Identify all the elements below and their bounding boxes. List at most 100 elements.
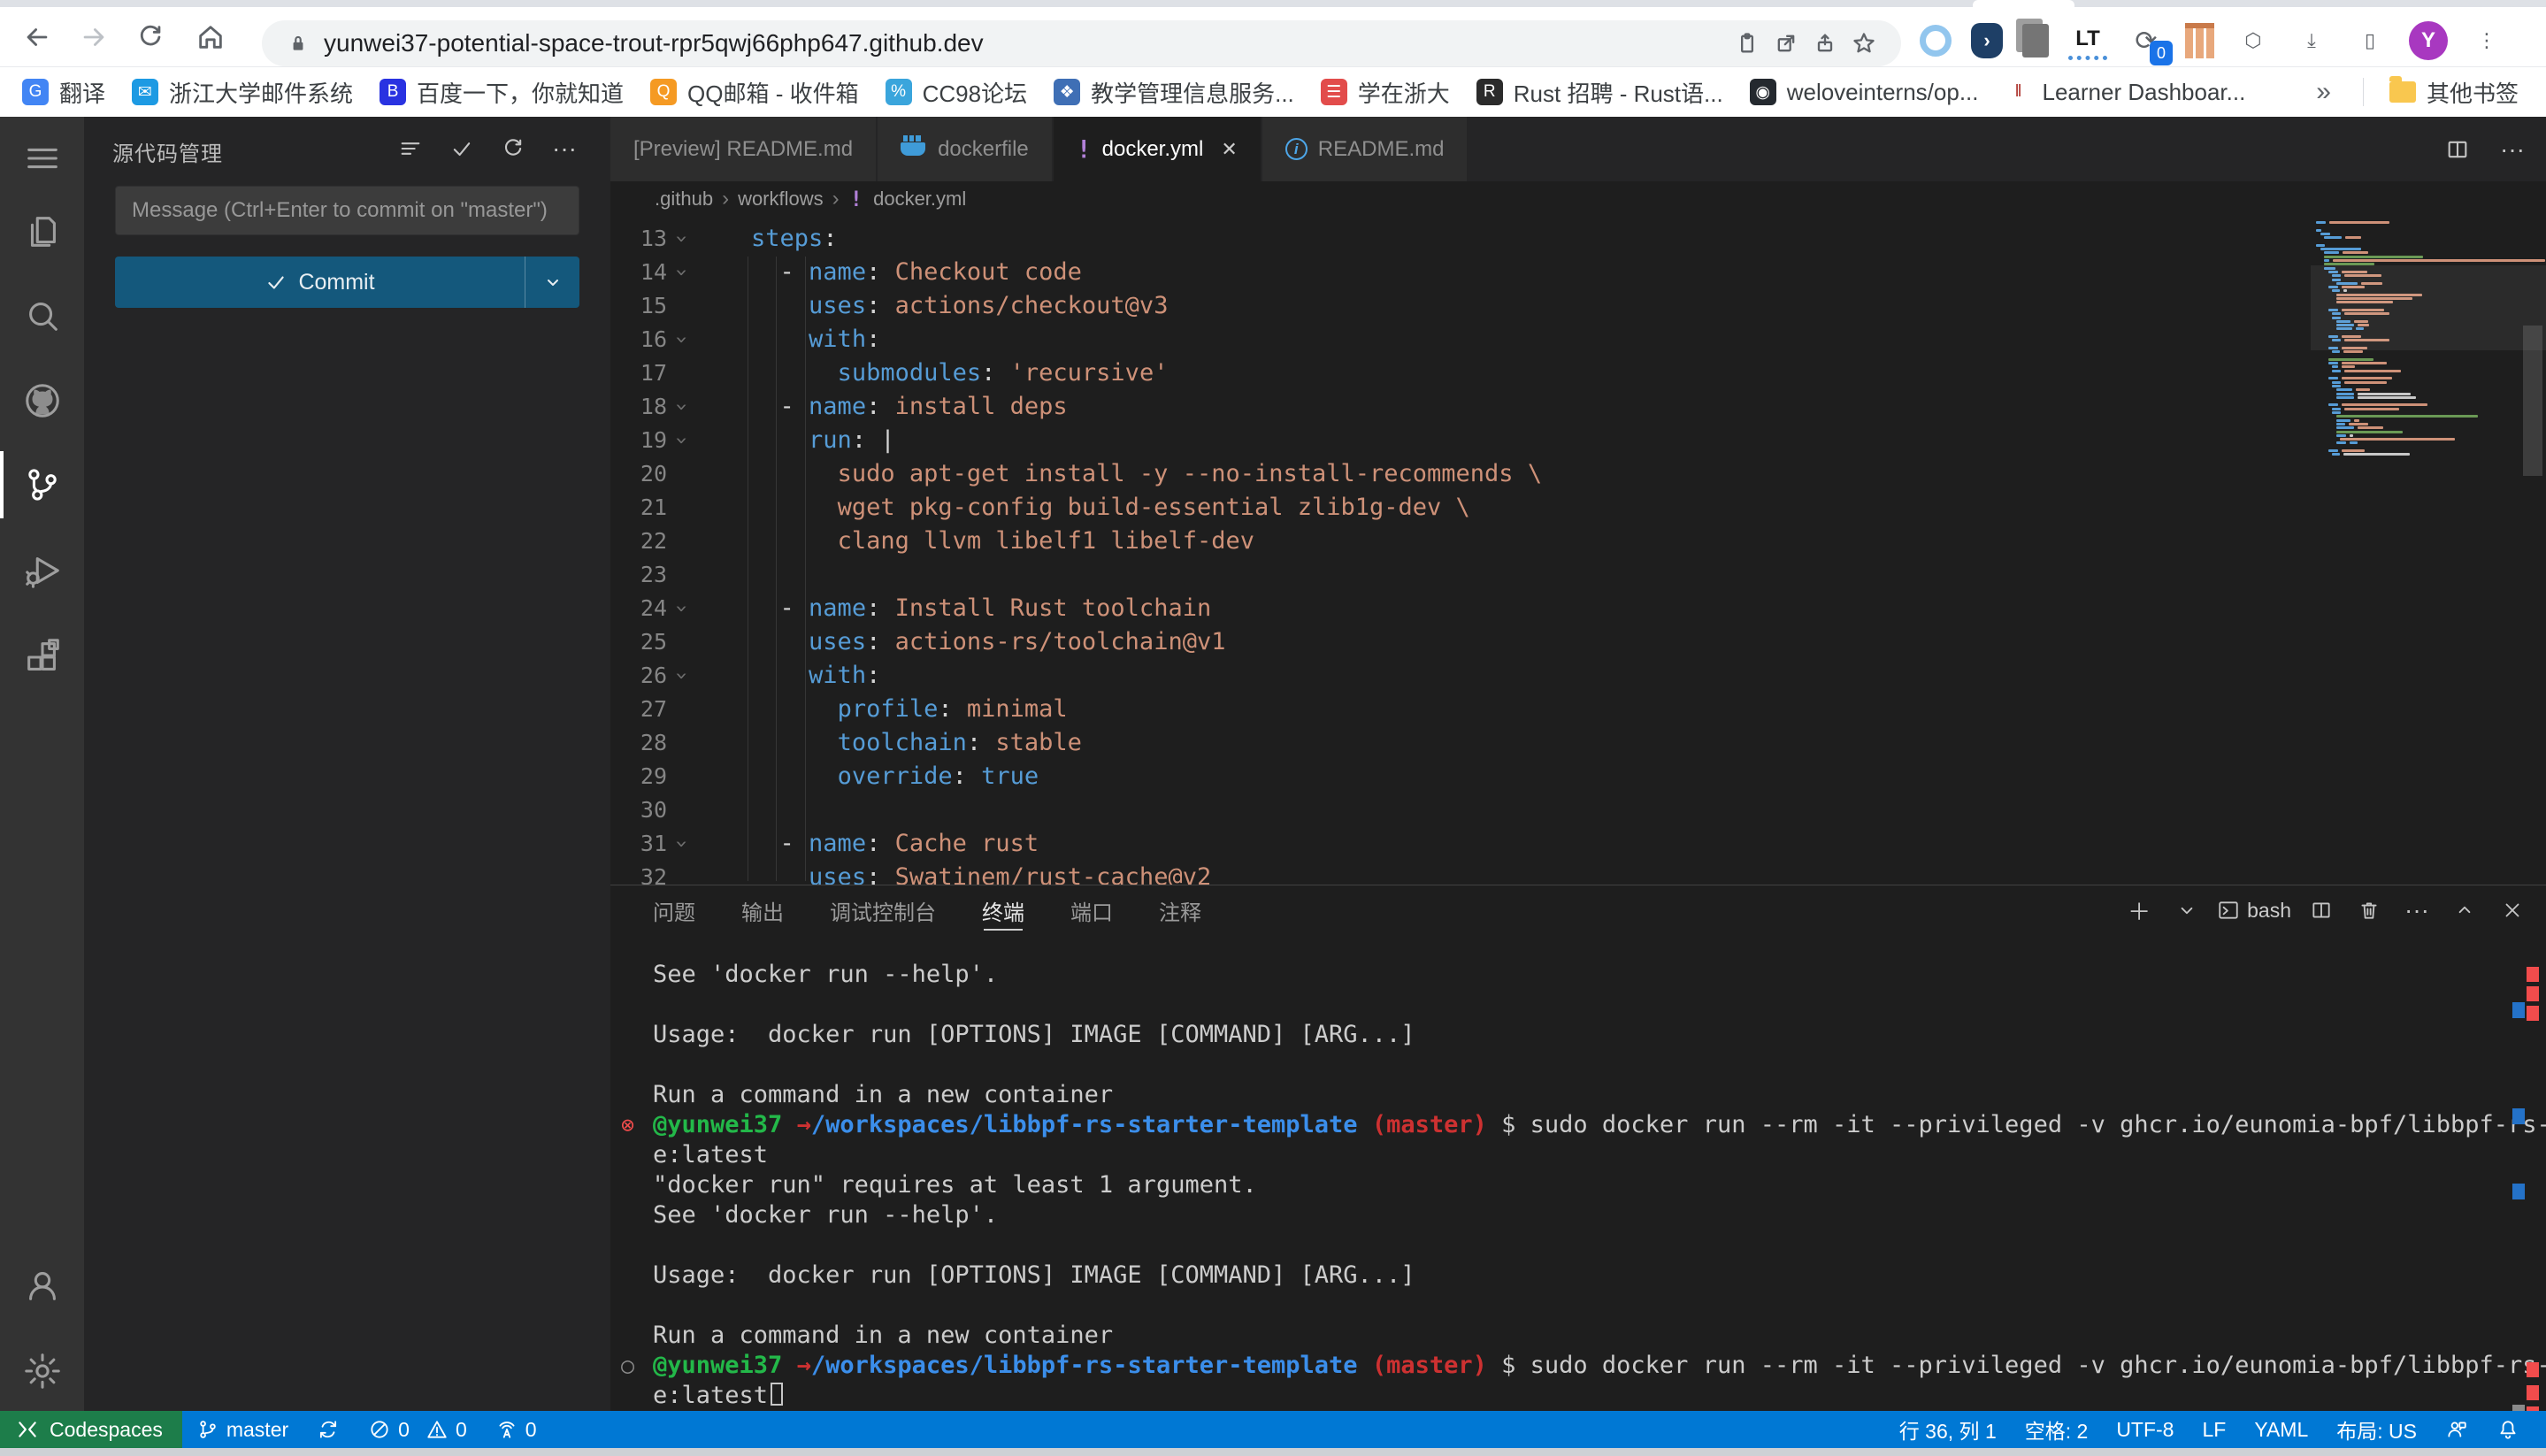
split-terminal-button[interactable]	[2304, 891, 2339, 930]
menu-kebab-icon[interactable]: ⋮	[2467, 21, 2506, 60]
sidebar-toggle-icon[interactable]: ▯	[2350, 21, 2389, 60]
fold-icon	[665, 496, 699, 519]
indentation-indicator[interactable]: 空格: 2	[2011, 1411, 2103, 1448]
sidebar-item-search[interactable]	[0, 287, 84, 345]
bookmark-item[interactable]: QQQ邮箱 - 收件箱	[637, 73, 872, 111]
forward-button[interactable]	[73, 16, 115, 58]
bookmark-item[interactable]: ❖教学管理信息服务...	[1040, 73, 1308, 111]
split-editor-button[interactable]	[2438, 130, 2477, 169]
commit-message-input[interactable]	[115, 186, 579, 235]
crayons-extension-icon[interactable]	[2185, 23, 2214, 58]
back-button[interactable]	[16, 16, 58, 58]
address-bar[interactable]: yunwei37-potential-space-trout-rpr5qwj66…	[262, 20, 1901, 66]
panel-tab[interactable]: 调试控制台	[830, 885, 936, 935]
star-icon[interactable]	[1844, 24, 1883, 63]
account-button[interactable]	[0, 1256, 84, 1314]
panel-tab[interactable]: 终端	[982, 885, 1024, 935]
shield-extension-icon[interactable]: ›	[1971, 23, 2003, 58]
panel-tab[interactable]: 问题	[653, 885, 695, 935]
bookmark-item[interactable]: %CC98论坛	[872, 73, 1040, 111]
panel-tab[interactable]: 输出	[741, 885, 784, 935]
branch-indicator[interactable]: master	[182, 1411, 303, 1448]
editor-tab[interactable]: [Preview] README.md	[610, 117, 878, 181]
remote-indicator[interactable]: Codespaces	[0, 1411, 182, 1448]
problems-indicator[interactable]: 0 0	[354, 1411, 481, 1448]
languagetool-extension-icon[interactable]: LT	[2068, 21, 2107, 60]
settings-button[interactable]	[0, 1342, 84, 1400]
refresh-button[interactable]	[494, 129, 533, 168]
bookmark-item[interactable]: RRust 招聘 - Rust语...	[1463, 73, 1737, 111]
terminal-instance-item[interactable]: bash	[2217, 891, 2291, 930]
kill-terminal-button[interactable]	[2351, 891, 2387, 930]
editor-tab[interactable]: !docker.yml✕	[1054, 117, 1262, 181]
fold-icon[interactable]: ›	[665, 328, 699, 351]
reload-button[interactable]	[129, 16, 172, 58]
encoding-indicator[interactable]: UTF-8	[2102, 1411, 2188, 1448]
sync-extension-icon[interactable]: ⟳0	[2127, 21, 2166, 60]
bookmark-item[interactable]: B百度一下，你就知道	[366, 73, 637, 111]
commit-dropdown-button[interactable]	[525, 257, 579, 308]
breadcrumb-item[interactable]: .github	[655, 188, 713, 211]
bookmark-item[interactable]: ✉浙江大学邮件系统	[119, 73, 366, 111]
sidebar-item-explorer[interactable]	[0, 203, 84, 261]
menu-button[interactable]	[0, 129, 84, 188]
other-bookmarks-button[interactable]: 其他书签	[2376, 73, 2532, 111]
bookmark-item[interactable]: G翻译	[9, 73, 119, 111]
fold-icon[interactable]: ›	[665, 261, 699, 284]
sidebar-item-source-control[interactable]	[0, 456, 84, 514]
fold-icon[interactable]: ›	[665, 429, 699, 452]
clipboard-icon[interactable]	[1728, 24, 1767, 63]
profile-avatar[interactable]: Y	[2409, 21, 2448, 60]
bookmarks-overflow-chevron[interactable]: »	[2297, 77, 2350, 107]
commit-check-button[interactable]	[442, 129, 481, 168]
panel-tab[interactable]: 端口	[1070, 885, 1113, 935]
fold-icon[interactable]: ›	[665, 832, 699, 855]
cursor-position[interactable]: 行 36, 列 1	[1885, 1411, 2011, 1448]
breadcrumb-item[interactable]: workflows	[738, 188, 824, 211]
language-indicator[interactable]: YAML	[2240, 1411, 2322, 1448]
eol-indicator[interactable]: LF	[2188, 1411, 2240, 1448]
bookmark-item[interactable]: ◉weloveinterns/op...	[1737, 73, 1992, 111]
fold-icon[interactable]: ›	[665, 395, 699, 418]
sidebar-item-run-debug[interactable]	[0, 541, 84, 600]
editor-tab[interactable]: iREADME.md	[1262, 117, 1469, 181]
pages-extension-icon[interactable]	[2022, 24, 2049, 57]
commit-button[interactable]: Commit	[115, 257, 579, 308]
minimap-slider[interactable]	[2311, 265, 2546, 350]
editor-scrollbar[interactable]	[2523, 326, 2542, 476]
share-icon[interactable]	[1806, 24, 1844, 63]
bookmark-item[interactable]: ☰学在浙大	[1308, 73, 1463, 111]
view-sort-button[interactable]	[391, 129, 430, 168]
terminal-dropdown-button[interactable]	[2169, 891, 2205, 930]
fold-icon[interactable]: ›	[665, 597, 699, 620]
home-button[interactable]	[189, 16, 232, 58]
panel-tab[interactable]: 注释	[1159, 885, 1201, 935]
terminal-content[interactable]: See 'docker run --help'.Usage: docker ru…	[610, 935, 2546, 1411]
code-editor[interactable]: 13› steps:14› - name: Checkout code15 us…	[610, 217, 2546, 885]
bookmark-item[interactable]: ‖Learner Dashboar...	[1992, 73, 2259, 111]
sidebar-item-extensions[interactable]	[0, 628, 84, 686]
ports-indicator[interactable]: 0	[481, 1411, 551, 1448]
keyboard-layout-indicator[interactable]: 布局: US	[2322, 1411, 2431, 1448]
editor-tab[interactable]: dockerfile	[878, 117, 1054, 181]
sidebar-item-github[interactable]	[0, 372, 84, 430]
url-text[interactable]: yunwei37-potential-space-trout-rpr5qwj66…	[324, 29, 1728, 57]
breadcrumb-item[interactable]: docker.yml	[873, 188, 966, 211]
sync-button[interactable]	[303, 1411, 354, 1448]
close-panel-button[interactable]	[2495, 891, 2530, 930]
extensions-puzzle-icon[interactable]: ⬡	[2234, 21, 2273, 60]
panel-more-actions-button[interactable]: ···	[2399, 891, 2435, 930]
downloads-icon[interactable]: ⤓	[2292, 21, 2331, 60]
close-icon[interactable]: ✕	[1221, 138, 1237, 161]
editor-more-actions-button[interactable]: ···	[2493, 130, 2532, 169]
open-in-new-icon[interactable]	[1767, 24, 1806, 63]
maximize-panel-button[interactable]	[2447, 891, 2482, 930]
fold-icon[interactable]: ›	[665, 664, 699, 687]
feedback-button[interactable]	[2431, 1411, 2482, 1448]
new-terminal-button[interactable]: ＋	[2121, 891, 2157, 930]
fold-icon[interactable]: ›	[665, 227, 699, 250]
blue-ring-extension-icon[interactable]	[1920, 25, 1952, 57]
commit-button-main[interactable]: Commit	[115, 257, 525, 308]
more-actions-button[interactable]: ···	[545, 129, 584, 168]
notifications-button[interactable]	[2482, 1411, 2534, 1448]
